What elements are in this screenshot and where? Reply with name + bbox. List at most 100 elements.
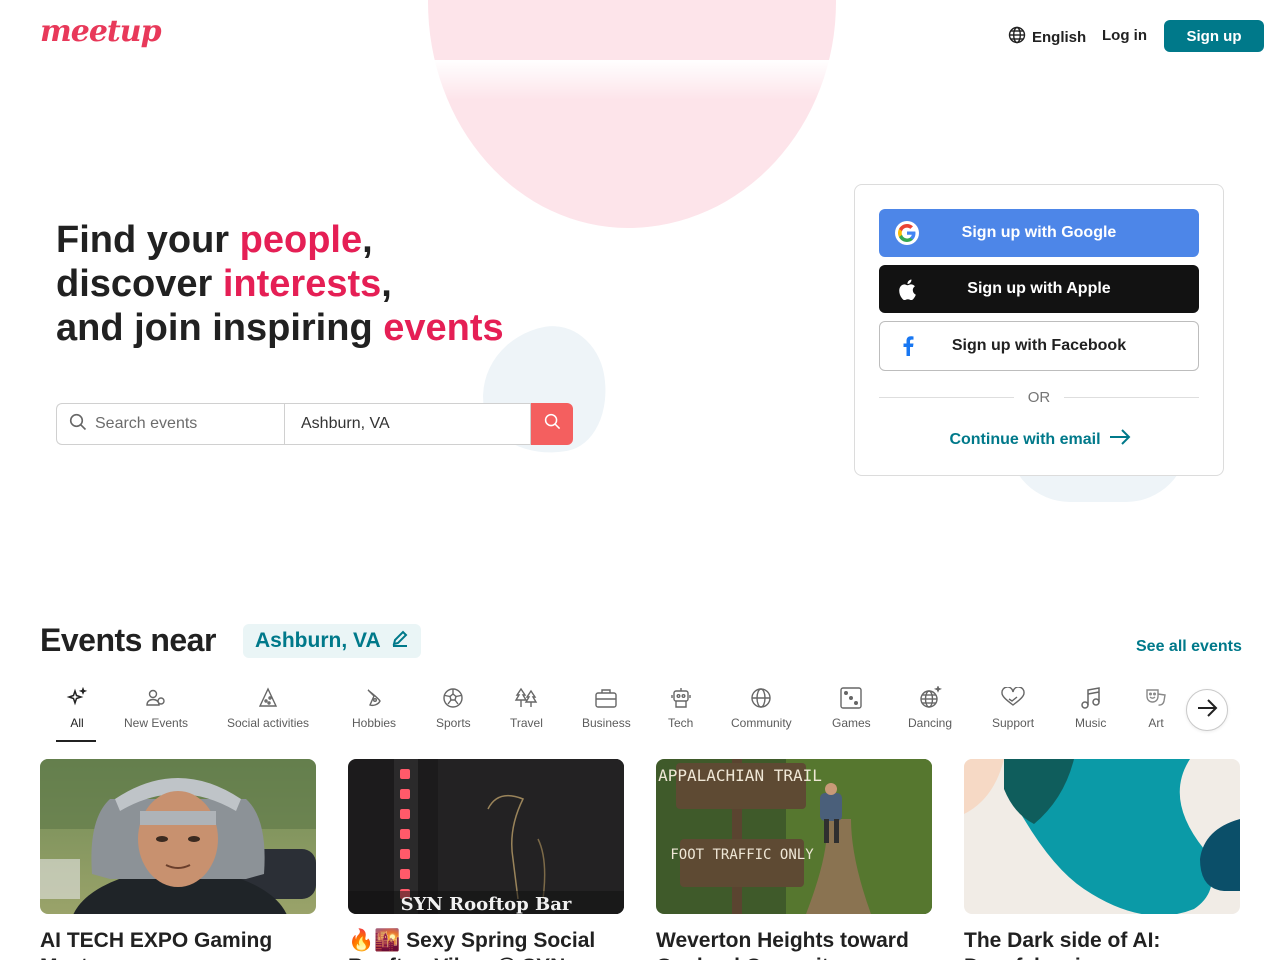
event-card[interactable]: AI TECH EXPO Gaming Meet (40, 759, 316, 960)
signup-button[interactable]: Sign up (1164, 20, 1264, 52)
arrow-right-icon (1196, 698, 1218, 722)
palette-icon (363, 680, 385, 716)
hero-highlight: events (383, 307, 504, 349)
event-card[interactable]: SYN Rooftop Bar 🔥🌇 Sexy Spring Social Ro… (348, 759, 624, 960)
category-tab-business[interactable]: Business (582, 680, 631, 730)
hero-highlight: interests (222, 263, 382, 305)
hero-text: , (362, 219, 373, 261)
events-location-label: Ashburn, VA (255, 629, 381, 652)
facebook-icon (896, 334, 920, 358)
category-tab-music[interactable]: Music (1075, 680, 1106, 730)
search-icon (544, 413, 561, 435)
event-card[interactable]: The Dark side of AI: Deepfakes in (964, 759, 1240, 960)
google-signup-button[interactable]: Sign up with Google (879, 209, 1199, 257)
facebook-signup-label: Sign up with Facebook (951, 337, 1127, 354)
apple-signup-button[interactable]: Sign up with Apple (879, 265, 1199, 313)
location-input[interactable]: Ashburn, VA (284, 403, 531, 445)
language-label: English (1032, 28, 1087, 46)
hero-text: Find your (56, 219, 240, 261)
category-tabs: All New Events Social activities Hobbies… (40, 680, 1240, 744)
party-hat-icon (257, 680, 279, 716)
hero-text: and join inspiring (56, 307, 384, 349)
event-image[interactable]: SYN Rooftop Bar (348, 759, 624, 914)
google-icon (895, 221, 919, 245)
category-label: Dancing (908, 716, 953, 730)
continue-with-email-link[interactable]: Continue with email (855, 429, 1225, 450)
category-tab-dancing[interactable]: Dancing (908, 680, 952, 730)
category-label: Music (1075, 716, 1107, 730)
category-tab-support[interactable]: Support (992, 680, 1034, 730)
pencil-edit-icon (391, 629, 409, 653)
google-signup-label: Sign up with Google (961, 224, 1117, 241)
heart-hands-icon (1000, 680, 1026, 716)
top-nav: meetup English Log in Sign up (0, 0, 1280, 72)
category-label: All (70, 716, 84, 730)
category-label: Games (832, 716, 871, 730)
category-tab-sports[interactable]: Sports (436, 680, 471, 730)
event-image[interactable] (964, 759, 1240, 914)
trees-icon (514, 680, 538, 716)
event-title[interactable]: AI TECH EXPO Gaming Meet (40, 928, 316, 960)
robot-icon (669, 680, 693, 716)
see-all-events-link[interactable]: See all events (1136, 638, 1242, 656)
image-caption: SYN Rooftop Bar (401, 894, 572, 914)
search-input[interactable] (95, 415, 275, 433)
login-link[interactable]: Log in (1102, 27, 1147, 44)
music-note-icon (1080, 680, 1102, 716)
search-submit-button[interactable] (531, 403, 573, 445)
briefcase-icon (594, 680, 618, 716)
hero-text: discover (56, 263, 223, 305)
facebook-signup-button[interactable]: Sign up with Facebook (879, 321, 1199, 371)
category-label: Travel (510, 716, 543, 730)
sparkle-icon (66, 680, 88, 716)
continue-email-label: Continue with email (949, 430, 1101, 448)
event-image[interactable]: APPALACHIAN TRAIL FOOT TRAFFIC ONLY (656, 759, 932, 914)
category-tab-games[interactable]: Games (832, 680, 871, 730)
category-tab-hobbies[interactable]: Hobbies (352, 680, 396, 730)
search-icon (69, 413, 87, 436)
category-tab-new-events[interactable]: New Events (124, 680, 188, 730)
category-label: Hobbies (352, 716, 397, 730)
category-label: Business (582, 716, 631, 730)
events-location-chip[interactable]: Ashburn, VA (243, 624, 421, 658)
event-image[interactable] (40, 759, 316, 914)
hero-headline: Find your people, discover interests, an… (56, 218, 504, 350)
divider-line (1064, 397, 1199, 398)
apple-signup-label: Sign up with Apple (967, 280, 1111, 297)
disco-ball-icon (918, 680, 943, 716)
category-tab-travel[interactable]: Travel (510, 680, 543, 730)
active-tab-indicator (56, 740, 96, 742)
category-tab-social-activities[interactable]: Social activities (227, 680, 309, 730)
scroll-fade (1228, 680, 1240, 740)
category-tab-community[interactable]: Community (731, 680, 792, 730)
image-caption: APPALACHIAN TRAIL (658, 766, 822, 785)
signup-card: Sign up with Google Sign up with Apple S… (854, 184, 1224, 476)
event-card[interactable]: APPALACHIAN TRAIL FOOT TRAFFIC ONLY Weve… (656, 759, 932, 960)
event-search-bar: Ashburn, VA (56, 403, 573, 445)
category-label: New Events (124, 716, 189, 730)
globe-icon (750, 680, 772, 716)
category-label: Sports (436, 716, 471, 730)
search-field[interactable] (56, 403, 284, 445)
globe-icon (1008, 26, 1026, 48)
event-title[interactable]: 🔥🌇 Sexy Spring Social Rooftop Vibes @ SY… (348, 928, 624, 960)
apple-icon (895, 277, 919, 301)
category-scroll-next-button[interactable] (1186, 689, 1228, 731)
category-tab-tech[interactable]: Tech (668, 680, 693, 730)
category-label: Art (1148, 716, 1164, 730)
event-title[interactable]: Weverton Heights toward Gapland Campsite (656, 928, 932, 960)
category-tab-all[interactable]: All (66, 680, 88, 730)
theater-masks-icon (1144, 680, 1168, 716)
new-people-icon (145, 680, 167, 716)
image-caption: FOOT TRAFFIC ONLY (670, 847, 814, 863)
divider-line (879, 397, 1014, 398)
language-selector[interactable]: English (1008, 26, 1086, 48)
meetup-logo[interactable]: meetup (40, 14, 162, 49)
category-label: Support (992, 716, 1035, 730)
event-title[interactable]: The Dark side of AI: Deepfakes in (964, 928, 1240, 960)
hero-highlight: people (239, 219, 363, 261)
category-tab-art[interactable]: Art (1144, 680, 1168, 730)
or-divider: OR (879, 389, 1199, 406)
hero-text: , (381, 263, 392, 305)
category-label: Tech (668, 716, 694, 730)
